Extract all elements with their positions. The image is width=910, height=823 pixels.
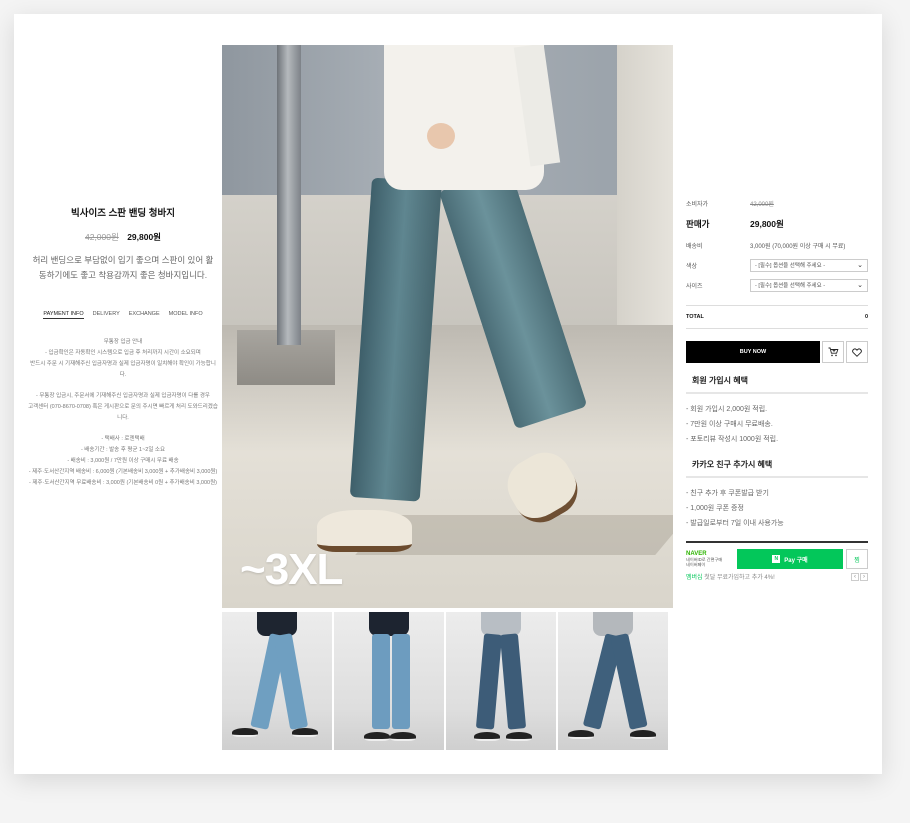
info-tabs: PAYMENT INFO DELIVERY EXCHANGE MODEL INF…: [28, 311, 218, 319]
sale-price: 29,800원: [127, 232, 162, 242]
chevron-right-icon[interactable]: ›: [860, 572, 868, 581]
info-line: 반드시 주문 시 기재해주신 입금자명과 실제 입금자명이 일치해야 확인이 가…: [30, 361, 216, 378]
sale-price-row: 판매가 29,800원: [686, 213, 868, 235]
naver-pay-button[interactable]: N Pay 구매: [737, 549, 843, 569]
member-benefit-title: 회원 가입시 혜택: [686, 375, 868, 394]
member-benefit-list: - 회원 가입시 2,000원 적립. - 7만원 이상 구매시 무료배송. -…: [686, 402, 868, 447]
shipping-row: 배송비 3,000원 (70,000원 이상 구매 시 무료): [686, 235, 868, 255]
size-row: 사이즈 - [필수] 옵션을 선택해 주세요 - ⌄: [686, 275, 868, 295]
thumbnail-2[interactable]: [334, 612, 444, 750]
naver-pay-box: NAVER 네이버ID로 간편구매 네이버페이 N Pay 구매 찜: [686, 541, 868, 569]
shipping-value: 3,000원 (70,000원 이상 구매 시 무료): [750, 243, 846, 250]
color-label: 색상: [686, 263, 698, 270]
promo-arrows: ‹ ›: [851, 572, 868, 581]
tab-exchange[interactable]: EXCHANGE: [129, 311, 160, 319]
thumbnail-strip: [222, 612, 673, 750]
list-item: - 친구 추가 후 쿠폰발급 받기: [686, 490, 769, 497]
info-line: - 배송비 : 3,000원 / 7만원 이상 구매시 무료 배송: [67, 458, 179, 464]
tab-delivery[interactable]: DELIVERY: [93, 311, 120, 319]
product-description: 허리 밴딩으로 부담없이 입기 좋으며 스판이 있어 활동하기에도 좋고 착용감…: [32, 255, 214, 280]
naver-pay-logo: NAVER 네이버ID로 간편구매 네이버페이: [686, 551, 734, 568]
color-select-value: - [필수] 옵션을 선택해 주세요 -: [755, 263, 826, 269]
info-line: - 택배사 : 로젠택배: [101, 436, 145, 442]
product-price: 42,000원 29,800원: [28, 231, 218, 243]
list-item: - 1,000원 쿠폰 증정: [686, 505, 744, 512]
info-line: 고객센터 (070-8670-0708) 혹은 게시판으로 문의 주시면 빠르게…: [28, 404, 218, 421]
consumer-price: 42,000원: [750, 201, 774, 208]
heart-icon: [852, 348, 862, 357]
info-line: - 무통장 입금시, 주문서에 기재해주신 입금자명과 실제 입금자명이 다를 …: [36, 393, 210, 399]
info-line: - 입금확인은 자동확인 시스템으로 입금 후 처리까지 시간이 소요되며: [45, 350, 201, 356]
payment-info-text: 무통장 입금 안내 - 입금확인은 자동확인 시스템으로 입금 후 처리까지 시…: [28, 337, 218, 489]
membership-label: 멤버십: [686, 575, 703, 581]
list-item: - 7만원 이상 구매시 무료배송.: [686, 421, 773, 428]
chevron-down-icon: ⌄: [857, 282, 863, 289]
kakao-benefit-title: 카카오 친구 추가시 혜택: [686, 459, 868, 478]
naver-n-icon: N: [772, 555, 781, 563]
consumer-price-row: 소비자가 42,000원: [686, 193, 868, 213]
list-item: - 발급일로부터 7일 이내 사용가능: [686, 520, 784, 527]
tab-model-info[interactable]: MODEL INFO: [169, 311, 203, 319]
naver-promo: 멤버십 첫달 무료가입하고 추가 4%! ‹ ›: [686, 572, 868, 581]
size-label-text: 사이즈: [686, 283, 703, 290]
total-row: TOTAL 0: [686, 305, 868, 329]
thumbnail-3[interactable]: [446, 612, 556, 750]
color-row: 색상 - [필수] 옵션을 선택해 주세요 - ⌄: [686, 255, 868, 275]
total-value: 0: [864, 314, 868, 320]
naver-sub-2: 네이버페이: [686, 562, 706, 567]
product-summary: 빅사이즈 스판 밴딩 청바지 42,000원 29,800원 허리 밴딩으로 부…: [28, 205, 218, 489]
buy-now-button[interactable]: BUY NOW: [686, 341, 820, 363]
naver-pay-label: Pay 구매: [784, 557, 808, 564]
chevron-down-icon: ⌄: [857, 262, 863, 269]
order-panel: 소비자가 42,000원 판매가 29,800원 배송비 3,000원 (70,…: [686, 193, 868, 581]
color-select[interactable]: - [필수] 옵션을 선택해 주세요 - ⌄: [750, 258, 868, 272]
chevron-left-icon[interactable]: ‹: [851, 572, 859, 581]
total-label: TOTAL: [686, 314, 704, 320]
main-product-image: ~3XL: [222, 45, 673, 608]
size-select[interactable]: - [필수] 옵션을 선택해 주세요 - ⌄: [750, 278, 868, 292]
old-price: 42,000원: [84, 232, 119, 242]
tab-payment-info[interactable]: PAYMENT INFO: [43, 311, 84, 319]
info-line: - 제주·도서산간지역 무료배송비 : 3,000원 (기본배송비 0원 + 추…: [29, 480, 217, 486]
shipping-label: 배송비: [686, 243, 703, 250]
list-item: - 회원 가입시 2,000원 적립.: [686, 406, 768, 413]
buy-actions: BUY NOW: [686, 341, 868, 363]
kakao-benefit-list: - 친구 추가 후 쿠폰발급 받기 - 1,000원 쿠폰 증정 - 발급일로부…: [686, 486, 868, 531]
payment-info-heading: 무통장 입금 안내: [103, 339, 143, 345]
product-title: 빅사이즈 스판 밴딩 청바지: [70, 208, 176, 219]
sale-price-label: 판매가: [686, 219, 710, 229]
naver-wish-button[interactable]: 찜: [846, 549, 868, 569]
list-item: - 포토리뷰 작성시 1000원 적립.: [686, 436, 779, 443]
promo-text: 첫달 무료가입하고 추가 4%!: [704, 575, 775, 581]
thumbnail-4[interactable]: [558, 612, 668, 750]
thumbnail-1[interactable]: [222, 612, 332, 750]
wishlist-button[interactable]: [846, 341, 868, 363]
size-label: ~3XL: [240, 545, 343, 594]
cart-button[interactable]: [822, 341, 844, 363]
info-line: - 제주·도서산간지역 배송비 : 6,000원 (기본배송비 3,000원 +…: [28, 469, 218, 475]
size-select-value: - [필수] 옵션을 선택해 주세요 -: [755, 283, 826, 289]
consumer-price-label: 소비자가: [686, 201, 709, 208]
sale-price-value: 29,800원: [750, 219, 784, 229]
cart-icon: [828, 347, 838, 357]
info-line: - 배송기간 : 발송 후 평균 1~2일 소요: [80, 447, 166, 453]
